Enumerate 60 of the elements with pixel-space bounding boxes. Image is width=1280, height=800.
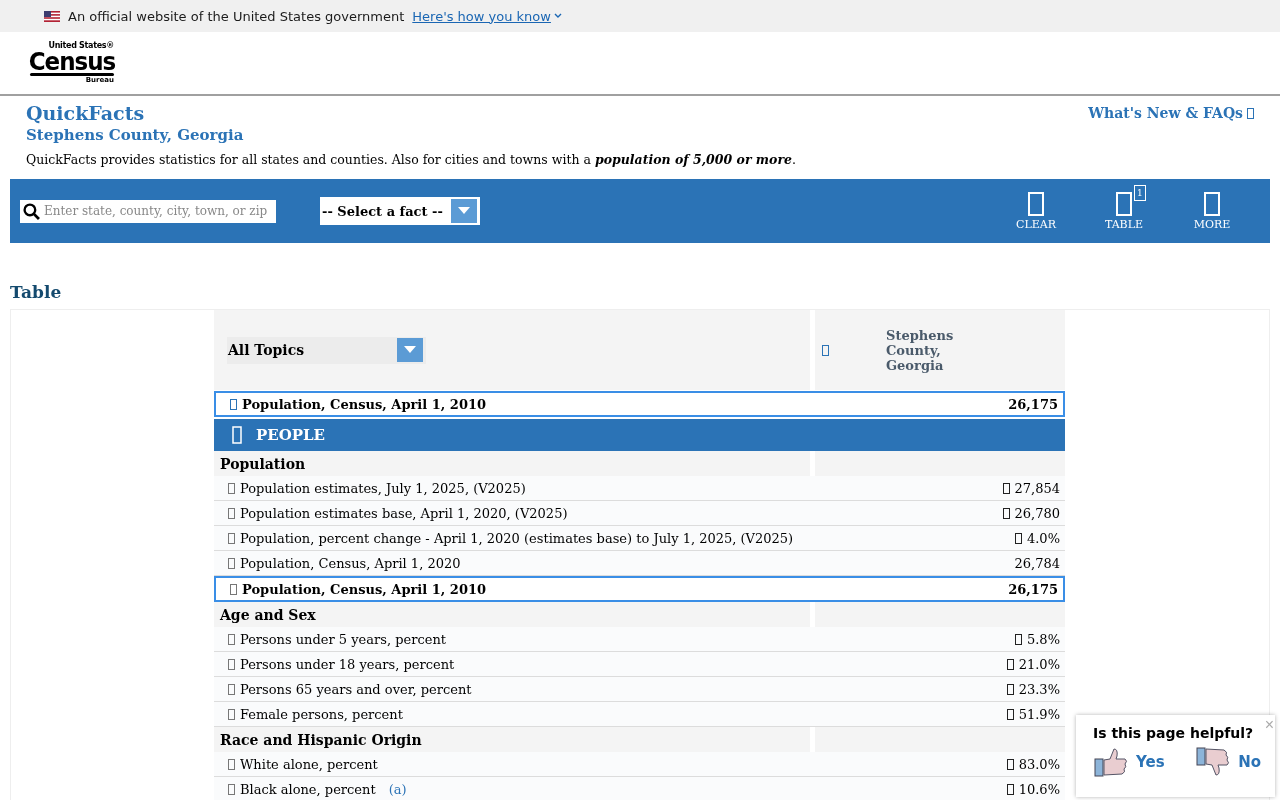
toolbar-button[interactable]: CLEAR (1006, 182, 1066, 231)
pinned-row[interactable]: Population, Census, April 1, 2010 26,175 (214, 391, 1065, 417)
fact-row[interactable]: Black alone, percent (a) 10.6% (214, 777, 1065, 800)
group-heading: Population (214, 451, 810, 476)
fact-label: Black alone, percent (240, 781, 376, 797)
fact-row[interactable]: Population, Census, April 1, 2020 26,784 (214, 551, 1065, 576)
fact-value: 5.8% (1026, 631, 1060, 647)
fact-label: Persons under 18 years, percent (240, 656, 455, 672)
fact-value: 83.0% (1018, 756, 1060, 772)
fact-value: 26,780 (1014, 505, 1060, 521)
how-you-know-link[interactable]: Here's how you know (412, 8, 562, 24)
fact-label: White alone, percent (240, 756, 378, 772)
whats-new-link[interactable]: What's New & FAQs (1088, 103, 1254, 123)
fact-label: Persons 65 years and over, percent (240, 681, 472, 697)
fact-row[interactable]: Population estimates base, April 1, 2020, (V2025) 26,780 (214, 501, 1065, 526)
banner-text: An official website of the United States government (68, 8, 405, 24)
section-bar[interactable]: PEOPLE (214, 419, 1065, 451)
fact-value: 10.6% (1018, 781, 1060, 797)
feedback-question: Is this page helpful? (1093, 725, 1254, 741)
location-title: Stephens County, Georgia (26, 125, 244, 145)
group-heading: Age and Sex (214, 602, 810, 627)
fact-value: 26,175 (1008, 581, 1058, 597)
fact-value: 23.3% (1018, 681, 1060, 697)
fact-label: Population, Census, April 1, 2020 (240, 555, 461, 571)
fact-label: Population, Census, April 1, 2010 (242, 396, 487, 412)
column-header: Stephens County, Georgia (886, 327, 955, 373)
fact-row[interactable]: Population estimates, July 1, 2025, (V2025) 27,854 (214, 476, 1065, 501)
fact-value: 4.0% (1026, 530, 1060, 546)
fact-label: Population, percent change - April 1, 2020 (estimates base) to July 1, 2025, (V2025) (240, 530, 794, 546)
fact-row[interactable]: Population, Census, April 1, 2010 26,175 (214, 576, 1065, 602)
toolbar-button[interactable]: 1 TABLE (1094, 182, 1154, 231)
fact-label: Persons under 5 years, percent (240, 631, 446, 647)
fact-value: 21.0% (1018, 656, 1060, 672)
fact-label: Population, Census, April 1, 2010 (242, 581, 487, 597)
fact-label: Population estimates, July 1, 2025, (V2025) (240, 480, 526, 496)
fact-row[interactable]: Persons under 18 years, percent 21.0% (214, 652, 1065, 677)
fact-value: 27,854 (1014, 480, 1060, 496)
page-title: QuickFacts (26, 101, 146, 125)
count-badge: 1 (1134, 184, 1146, 201)
fact-row[interactable]: Female persons, percent 51.9% (214, 702, 1065, 727)
fact-value: 26,784 (1014, 555, 1060, 571)
group-heading: Race and Hispanic Origin (214, 727, 810, 752)
fact-row[interactable]: Persons 65 years and over, percent 23.3% (214, 677, 1065, 702)
fact-row[interactable]: White alone, percent 83.0% (214, 752, 1065, 777)
fact-row[interactable]: Persons under 5 years, percent 5.8% (214, 627, 1065, 652)
fact-label: Female persons, percent (240, 706, 403, 722)
yes-button[interactable]: Yes (1094, 747, 1165, 777)
no-button[interactable]: No (1196, 747, 1261, 777)
section-title: PEOPLE (256, 426, 326, 444)
description-text: QuickFacts provides statistics for all states and counties. Also for cities and towns with a population of 5,000 or more. (26, 151, 797, 169)
topic-select[interactable]: All Topics (227, 336, 426, 364)
fact-row[interactable]: Population, percent change - April 1, 2020 (estimates base) to July 1, 2025, (V2025) 4.0% (214, 526, 1065, 551)
fact-value: 26,175 (1008, 396, 1058, 412)
toolbar-button[interactable]: MORE (1182, 182, 1242, 231)
search-field[interactable]: Enter state, county, city, town, or zip (20, 199, 276, 223)
footnote-link[interactable]: (a) (388, 781, 407, 797)
fact-value: 51.9% (1018, 706, 1060, 722)
fact-select[interactable]: -- Select a fact -- (320, 197, 480, 225)
fact-label: Population estimates base, April 1, 2020, (V2025) (240, 505, 568, 521)
table-heading: Table (10, 281, 63, 303)
